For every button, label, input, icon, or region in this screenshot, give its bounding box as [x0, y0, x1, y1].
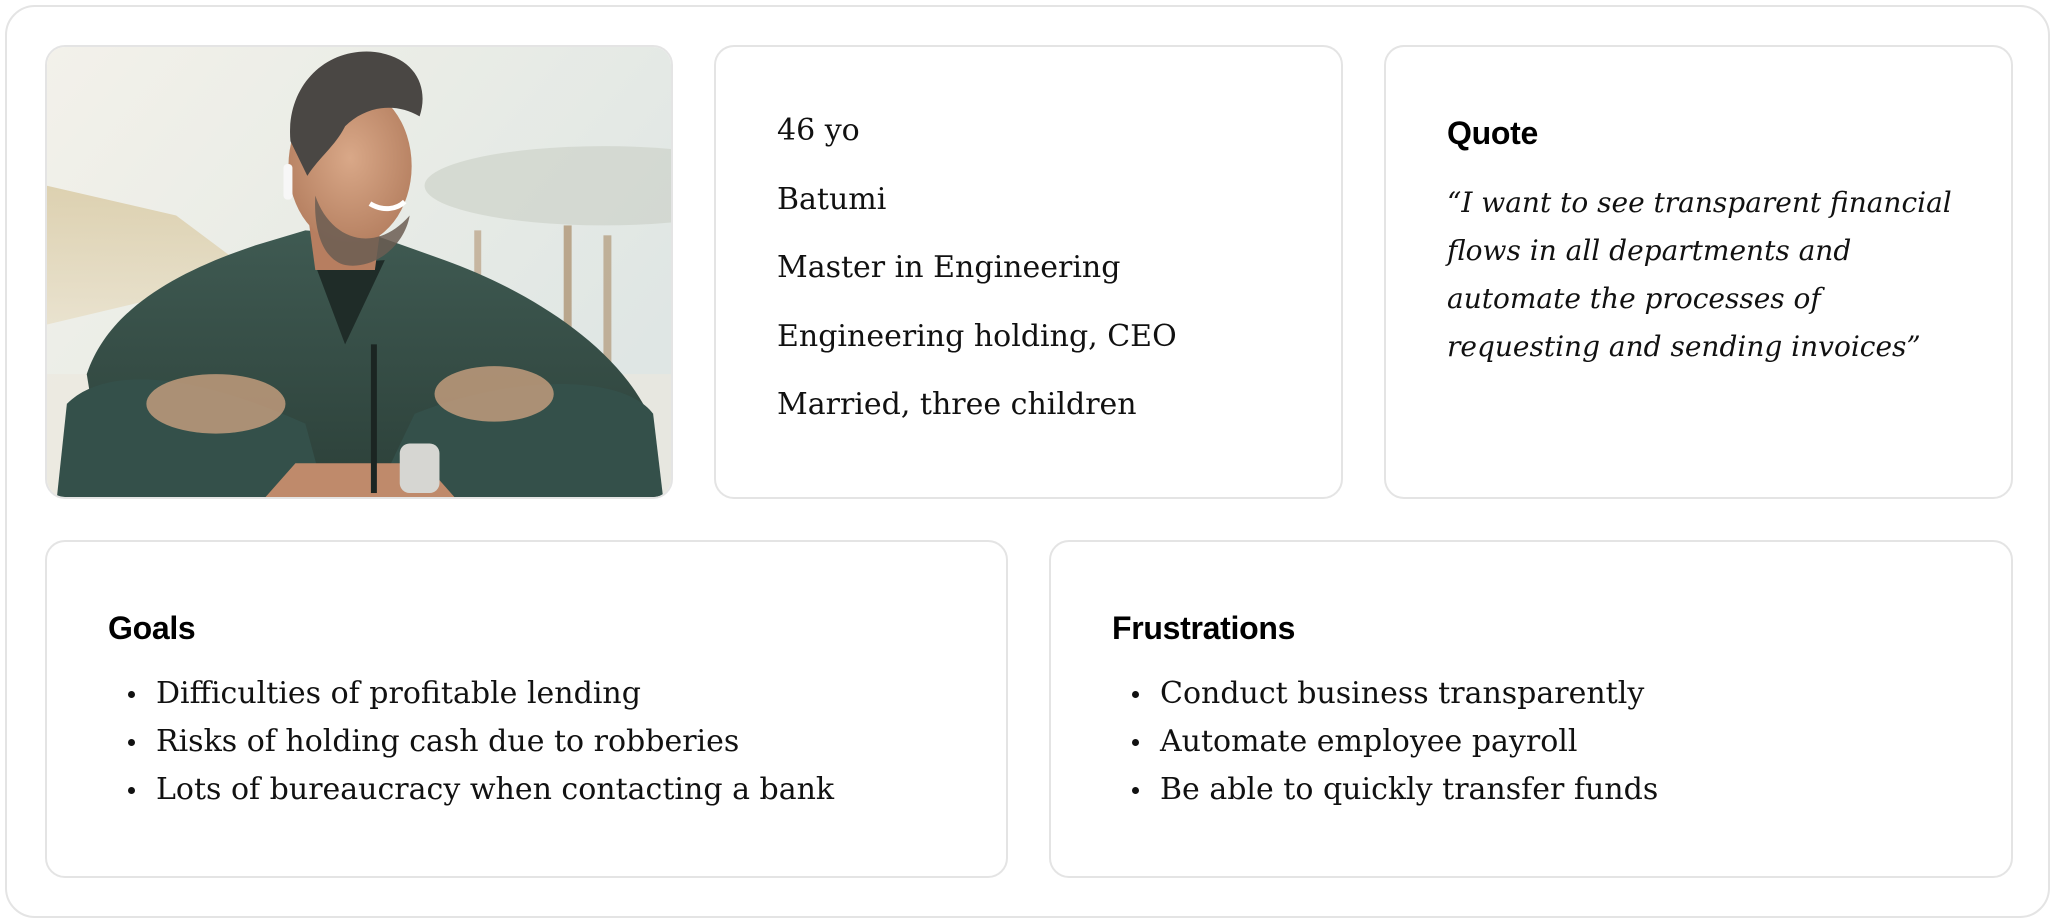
list-item: Conduct business transparently	[1112, 670, 1658, 718]
persona-details-card: 46 yo Batumi Master in Engineering Engin…	[714, 45, 1343, 499]
quote-heading: Quote	[1447, 115, 1538, 151]
goals-list: Difficulties of profitable lending Risks…	[108, 670, 834, 814]
frustrations-list: Conduct business transparently Automate …	[1112, 670, 1658, 814]
list-item: Difficulties of profitable lending	[108, 670, 834, 718]
bullet-icon	[128, 690, 135, 698]
detail-age: 46 yo	[777, 113, 860, 148]
list-item: Lots of bureaucracy when contacting a ba…	[108, 766, 834, 814]
goals-card: Goals Difficulties of profitable lending…	[45, 540, 1008, 878]
quote-text: “I want to see transparent financial flo…	[1447, 186, 1952, 363]
bullet-icon	[128, 738, 135, 746]
frustration-item-text: Be able to quickly transfer funds	[1160, 772, 1659, 807]
persona-photo	[47, 47, 671, 497]
frustration-item-text: Conduct business transparently	[1160, 676, 1645, 711]
bullet-icon	[1132, 786, 1139, 794]
persona-details-list: 46 yo Batumi Master in Engineering Engin…	[777, 109, 1177, 452]
bullet-icon	[128, 786, 135, 794]
goals-heading: Goals	[108, 610, 196, 646]
detail-occupation: Engineering holding, CEO	[777, 318, 1177, 354]
detail-education: Master in Engineering	[777, 250, 1121, 285]
goal-item-text: Lots of bureaucracy when contacting a ba…	[156, 772, 835, 807]
frustrations-card: Frustrations Conduct business transparen…	[1049, 540, 2013, 878]
detail-family: Married, three children	[777, 387, 1137, 422]
frustrations-heading: Frustrations	[1112, 610, 1296, 646]
goal-item-text: Difficulties of profitable lending	[156, 676, 641, 711]
list-item: Risks of holding cash due to robberies	[108, 718, 834, 766]
goal-item-text: Risks of holding cash due to robberies	[156, 724, 740, 759]
detail-location: Batumi	[777, 181, 887, 217]
bullet-icon	[1132, 690, 1139, 698]
persona-photo-card	[45, 45, 673, 499]
bullet-icon	[1132, 738, 1139, 746]
frustration-item-text: Automate employee payroll	[1160, 724, 1578, 759]
list-item: Automate employee payroll	[1112, 718, 1658, 766]
quote-card: Quote “I want to see transparent financi…	[1384, 45, 2013, 499]
list-item: Be able to quickly transfer funds	[1112, 766, 1658, 814]
